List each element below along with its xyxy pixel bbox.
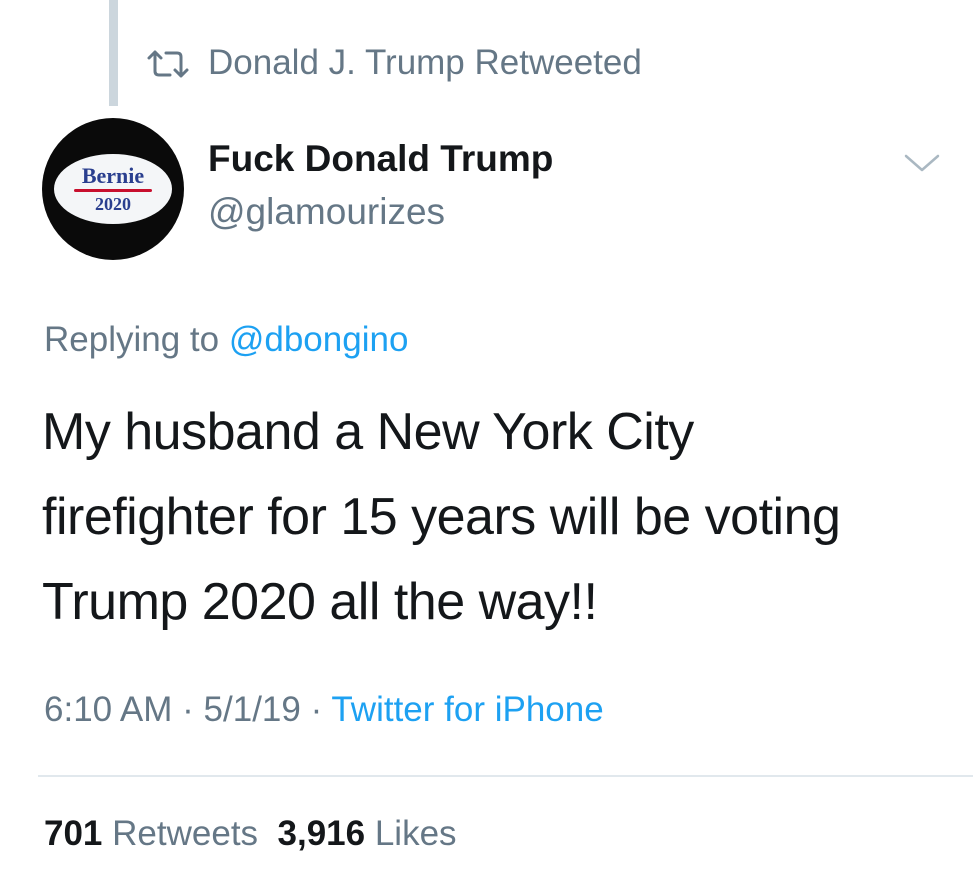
- tweet-date[interactable]: 5/1/19: [204, 690, 301, 729]
- retweet-context-label: Donald J. Trump Retweeted: [208, 43, 642, 82]
- meta-separator: ·: [310, 690, 323, 729]
- divider: [38, 775, 973, 777]
- replying-to-prefix: Replying to: [44, 320, 220, 359]
- retweets-label: Retweets: [112, 814, 259, 853]
- tweet-text: My husband a New York City firefighter f…: [42, 390, 942, 645]
- avatar[interactable]: Bernie 2020: [42, 118, 184, 260]
- thread-connector-line: [109, 0, 118, 106]
- tweet-text-line: firefighter for 15 years will be voting: [42, 488, 841, 546]
- retweets-count: 701: [44, 814, 103, 853]
- tweet-source-link[interactable]: Twitter for iPhone: [331, 690, 603, 729]
- tweet-text-line: Trump 2020 all the way!!: [42, 573, 598, 631]
- author-display-name[interactable]: Fuck Donald Trump: [208, 137, 553, 181]
- chevron-down-icon[interactable]: [902, 152, 942, 176]
- retweets-stat[interactable]: 701 Retweets: [44, 814, 258, 853]
- replying-to: Replying to @dbongino: [44, 318, 408, 362]
- meta-separator: ·: [182, 690, 194, 729]
- likes-count: 3,916: [277, 814, 366, 853]
- retweet-icon: [146, 48, 190, 78]
- avatar-stripe: [74, 189, 152, 192]
- bernie-2020-button-image: Bernie 2020: [54, 154, 172, 224]
- avatar-text-top: Bernie: [81, 163, 145, 188]
- likes-stat[interactable]: 3,916 Likes: [278, 814, 457, 853]
- likes-label: Likes: [374, 814, 457, 853]
- author-handle[interactable]: @glamourizes: [208, 190, 445, 234]
- reply-mention-link[interactable]: @dbongino: [229, 320, 409, 359]
- tweet-meta: 6:10 AM · 5/1/19 · Twitter for iPhone: [44, 686, 604, 734]
- retweet-context[interactable]: Donald J. Trump Retweeted: [146, 40, 642, 86]
- tweet-time[interactable]: 6:10 AM: [44, 690, 172, 729]
- avatar-text-bottom: 2020: [95, 194, 131, 214]
- tweet-text-line: My husband a New York City: [42, 403, 694, 461]
- tweet-stats: 701 Retweets 3,916 Likes: [44, 810, 457, 858]
